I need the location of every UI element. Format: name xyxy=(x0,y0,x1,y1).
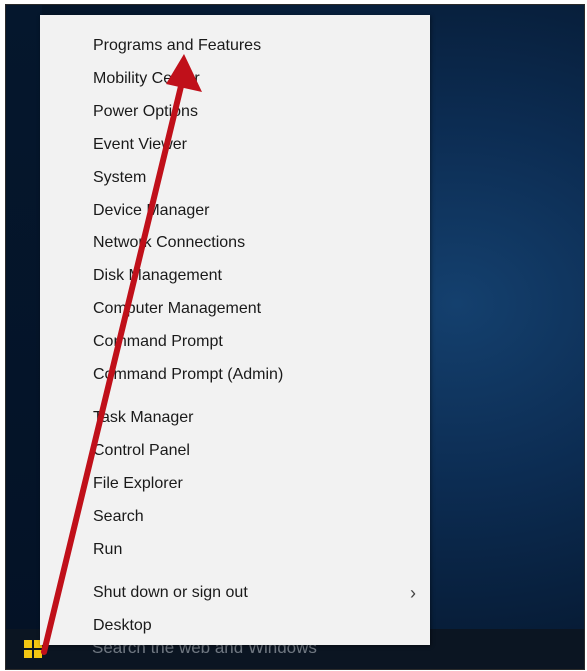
menu-item-control-panel[interactable]: Control Panel xyxy=(40,436,430,466)
menu-item-network-connections[interactable]: Network Connections xyxy=(40,228,430,258)
menu-item-task-manager[interactable]: Task Manager xyxy=(40,403,430,433)
menu-separator xyxy=(40,397,430,398)
menu-item-programs-and-features[interactable]: Programs and Features xyxy=(40,31,430,61)
desktop-left-strip xyxy=(6,5,42,669)
menu-item-event-viewer[interactable]: Event Viewer xyxy=(40,130,430,160)
menu-item-label: Shut down or sign out xyxy=(93,584,248,601)
menu-item-power-options[interactable]: Power Options xyxy=(40,97,430,127)
menu-item-disk-management[interactable]: Disk Management xyxy=(40,261,430,291)
menu-separator xyxy=(40,572,430,573)
menu-item-system[interactable]: System xyxy=(40,163,430,193)
menu-item-computer-management[interactable]: Computer Management xyxy=(40,294,430,324)
menu-item-shut-down-or-sign-out[interactable]: Shut down or sign out › xyxy=(40,578,430,608)
chevron-right-icon: › xyxy=(410,583,416,603)
quick-link-menu: Programs and Features Mobility Center Po… xyxy=(40,15,430,645)
menu-item-device-manager[interactable]: Device Manager xyxy=(40,196,430,226)
menu-item-run[interactable]: Run xyxy=(40,535,430,565)
menu-item-mobility-center[interactable]: Mobility Center xyxy=(40,64,430,94)
menu-item-command-prompt[interactable]: Command Prompt xyxy=(40,327,430,357)
menu-item-desktop[interactable]: Desktop xyxy=(40,611,430,641)
menu-item-command-prompt-admin[interactable]: Command Prompt (Admin) xyxy=(40,360,430,390)
menu-item-search[interactable]: Search xyxy=(40,502,430,532)
screenshot-frame: Search the web and Windows Programs and … xyxy=(5,4,585,670)
menu-item-file-explorer[interactable]: File Explorer xyxy=(40,469,430,499)
